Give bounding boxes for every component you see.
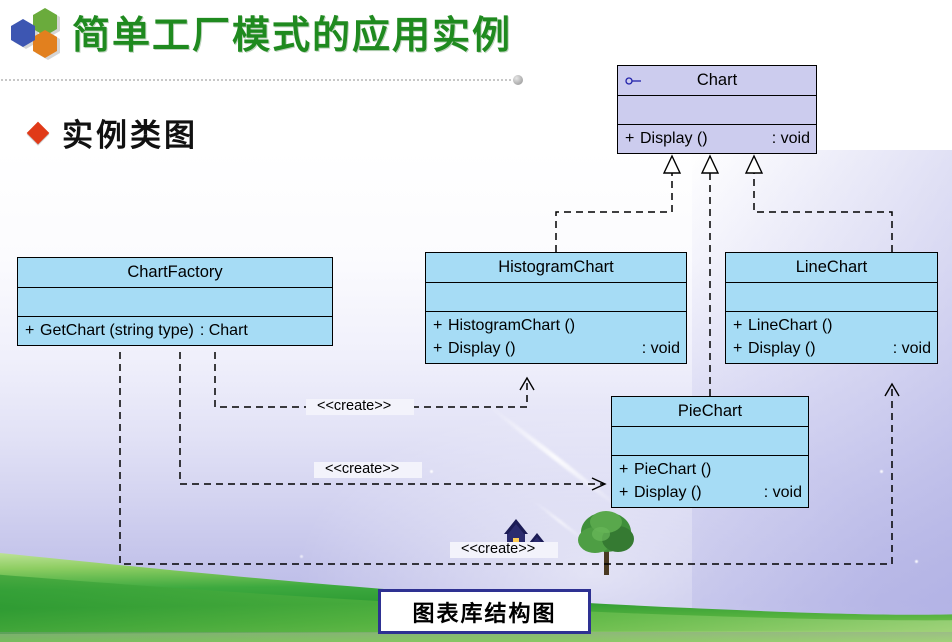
- operation-return: : void: [892, 340, 931, 357]
- class-attributes: [18, 288, 332, 317]
- slide-canvas: 简单工厂模式的应用实例 实例类图 <<create>> <<create>> <…: [0, 0, 952, 642]
- operation-signature: GetChart (string type): [40, 322, 194, 339]
- class-header: Chart: [618, 66, 816, 96]
- operation-row: + GetChart (string type) : Chart: [18, 319, 332, 342]
- relation-label-create-pie: <<create>>: [325, 461, 400, 477]
- relation-label-create-line: <<create>>: [461, 541, 536, 557]
- uml-class-linechart[interactable]: LineChart + LineChart () + Display () : …: [725, 252, 938, 364]
- visibility-marker: +: [625, 130, 635, 147]
- class-attributes: [618, 96, 816, 125]
- class-attributes: [726, 283, 937, 312]
- operation-signature: Display (): [634, 484, 702, 501]
- visibility-marker: +: [25, 322, 35, 339]
- visibility-marker: +: [619, 461, 629, 478]
- operation-row: + Display () : void: [612, 481, 808, 504]
- operation-row: + Display () : void: [618, 127, 816, 150]
- class-name: LineChart: [795, 258, 868, 276]
- visibility-marker: +: [433, 340, 443, 357]
- operation-signature: Display (): [640, 130, 708, 147]
- class-operations: + HistogramChart () + Display () : void: [426, 312, 686, 363]
- operation-row: + HistogramChart (): [426, 314, 686, 337]
- operation-signature: LineChart (): [748, 317, 833, 334]
- relation-label-create-histogram: <<create>>: [317, 398, 392, 414]
- class-attributes: [426, 283, 686, 312]
- operation-row: + Display () : void: [726, 337, 937, 360]
- class-name: PieChart: [677, 402, 743, 420]
- interface-lollipop-icon: [625, 76, 641, 85]
- class-operations: + Display () : void: [618, 125, 816, 153]
- operation-signature: HistogramChart (): [448, 317, 576, 334]
- uml-class-chart[interactable]: Chart + Display () : void: [617, 65, 817, 154]
- class-attributes: [612, 427, 808, 456]
- class-header: PieChart: [612, 397, 808, 427]
- class-operations: + LineChart () + Display () : void: [726, 312, 937, 363]
- visibility-marker: +: [733, 340, 743, 357]
- operation-return: : void: [771, 130, 810, 147]
- class-operations: + PieChart () + Display () : void: [612, 456, 808, 507]
- visibility-marker: +: [433, 317, 443, 334]
- class-name: Chart: [696, 71, 738, 89]
- operation-return: : Chart: [199, 322, 248, 339]
- operation-signature: PieChart (): [634, 461, 712, 478]
- class-header: ChartFactory: [18, 258, 332, 288]
- class-header: HistogramChart: [426, 253, 686, 283]
- diagram-caption: 图表库结构图: [378, 589, 591, 634]
- operation-row: + PieChart (): [612, 458, 808, 481]
- uml-class-piechart[interactable]: PieChart + PieChart () + Display () : vo…: [611, 396, 809, 508]
- operation-return: : void: [641, 340, 680, 357]
- operation-return: : void: [763, 484, 802, 501]
- operation-signature: Display (): [748, 340, 816, 357]
- class-name: ChartFactory: [127, 263, 223, 281]
- class-name: HistogramChart: [498, 258, 614, 276]
- class-operations: + GetChart (string type) : Chart: [18, 317, 332, 345]
- class-header: LineChart: [726, 253, 937, 283]
- operation-row: + LineChart (): [726, 314, 937, 337]
- uml-class-histogramchart[interactable]: HistogramChart + HistogramChart () + Dis…: [425, 252, 687, 364]
- visibility-marker: +: [619, 484, 629, 501]
- visibility-marker: +: [733, 317, 743, 334]
- uml-class-chartfactory[interactable]: ChartFactory + GetChart (string type) : …: [17, 257, 333, 346]
- operation-signature: Display (): [448, 340, 516, 357]
- operation-row: + Display () : void: [426, 337, 686, 360]
